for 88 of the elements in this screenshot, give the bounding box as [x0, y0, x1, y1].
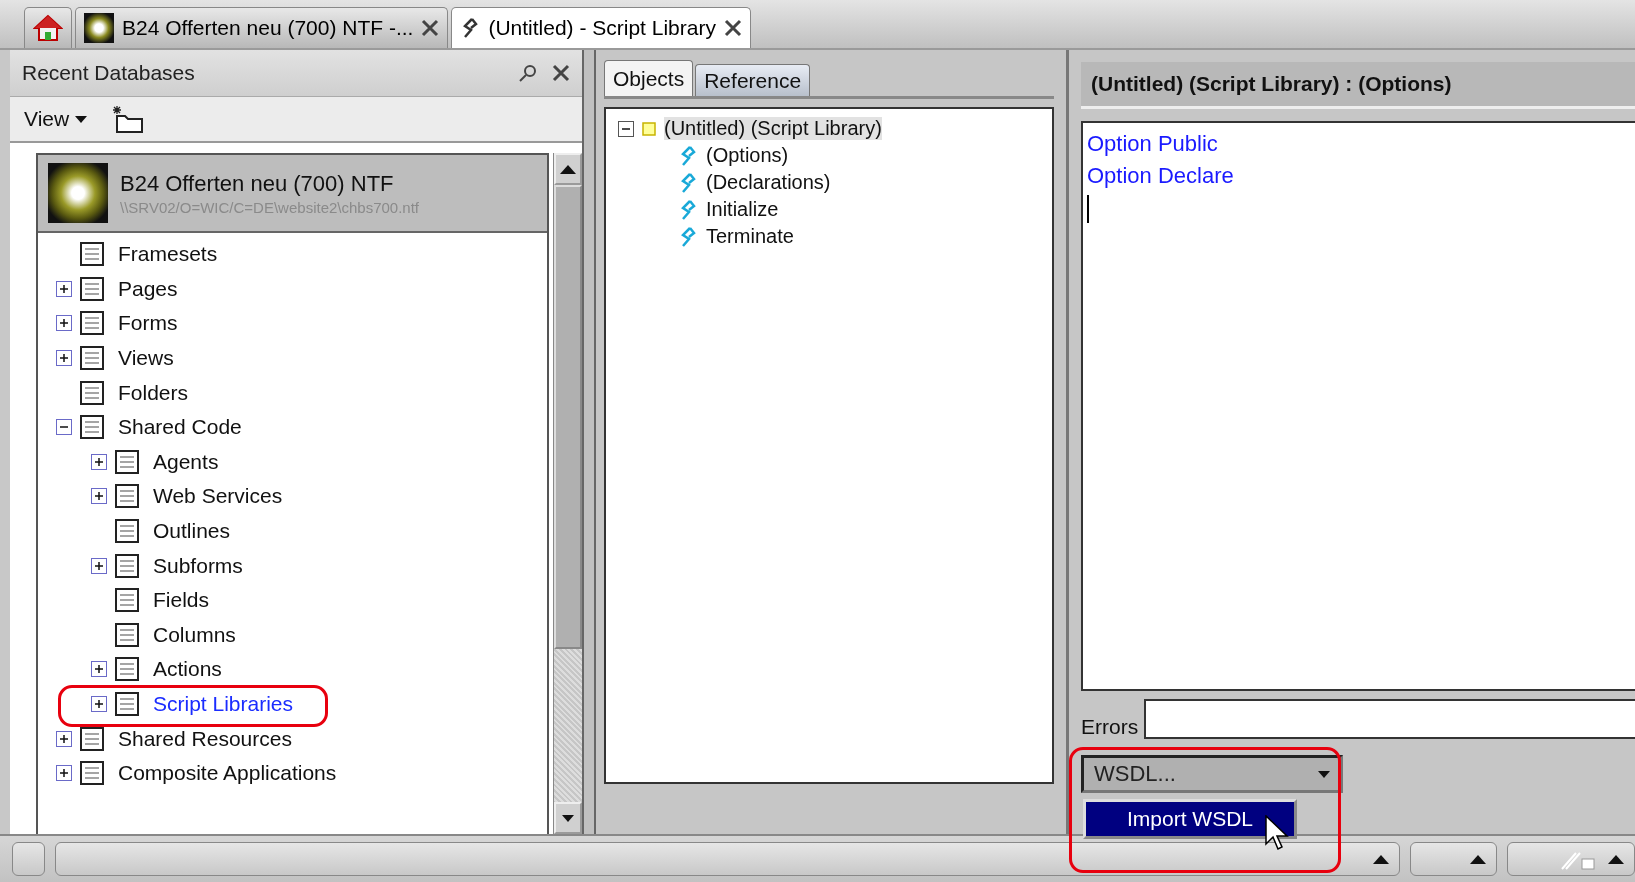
tree-item[interactable]: Outlines [153, 519, 231, 544]
expand-toggle[interactable] [56, 730, 72, 747]
caret-icon[interactable] [1608, 854, 1624, 864]
tree-item[interactable]: Agents [153, 449, 219, 474]
scroll-down-button[interactable] [554, 802, 582, 834]
document-icon [113, 518, 141, 545]
caret-icon [1318, 770, 1330, 778]
document-icon [113, 448, 141, 475]
close-icon[interactable] [723, 19, 742, 37]
code-line: Option Declare [1087, 163, 1235, 189]
expand-toggle[interactable] [56, 350, 72, 367]
square-icon [642, 121, 656, 136]
expand-toggle[interactable] [91, 696, 107, 712]
code-line: Option Public [1087, 131, 1219, 157]
tree-item[interactable]: Shared Resources [118, 726, 292, 751]
scroll-up-button[interactable] [554, 153, 582, 185]
expand-toggle[interactable] [618, 120, 634, 137]
document-icon [113, 656, 141, 683]
document-icon [113, 621, 141, 648]
expand-toggle[interactable] [56, 765, 72, 782]
tree-item[interactable]: Fields [153, 588, 210, 613]
document-icon [78, 414, 106, 441]
tree-item[interactable]: Forms [118, 311, 178, 336]
expand-toggle[interactable] [56, 280, 72, 297]
tree-item[interactable]: (Declarations) [706, 171, 831, 194]
database-name: B24 Offerten neu (700) NTF [120, 170, 395, 197]
caret-icon [562, 814, 574, 822]
panel-tab[interactable]: Reference [695, 64, 811, 96]
status-segment[interactable] [1409, 842, 1498, 876]
tab-label: (Untitled) - Script Library [488, 16, 716, 40]
tree-item[interactable]: Framesets [118, 242, 218, 267]
document-tab[interactable]: (Untitled) - Script Library [451, 7, 751, 48]
scrollbar[interactable] [553, 153, 582, 834]
scroll-thumb[interactable] [554, 185, 582, 649]
tree-item[interactable]: Folders [118, 380, 189, 405]
document-tab[interactable]: B24 Offerten neu (700) NTF -... [75, 7, 449, 48]
database-logo [84, 13, 114, 43]
document-icon [113, 483, 141, 510]
tree-item[interactable]: Composite Applications [118, 761, 337, 786]
caret-icon[interactable] [560, 164, 576, 174]
expand-toggle[interactable] [56, 419, 72, 436]
tree-item[interactable]: Script Libraries [153, 692, 294, 716]
code-editor[interactable]: Option Public Option Declare [1081, 121, 1635, 691]
tree-item[interactable]: Pages [118, 276, 178, 301]
expand-toggle[interactable] [91, 661, 107, 678]
text-cursor [1087, 195, 1089, 223]
tree-item[interactable]: Terminate [706, 225, 794, 248]
tree-item[interactable]: Web Services [153, 484, 283, 509]
status-segment [12, 842, 46, 876]
tree-item[interactable]: Columns [153, 622, 236, 647]
errors-field[interactable] [1144, 699, 1635, 739]
document-icon [78, 379, 106, 406]
panel-title: Recent Databases [22, 61, 195, 85]
tree-item[interactable]: Initialize [706, 198, 779, 221]
house-icon [33, 13, 63, 43]
tree-item[interactable]: Shared Code [118, 415, 242, 440]
document-icon [78, 725, 106, 752]
database-logo [48, 163, 108, 223]
document-icon [113, 691, 141, 717]
document-tab[interactable] [24, 7, 72, 48]
dropdown[interactable]: WSDL... [1081, 755, 1343, 793]
tree-item[interactable]: (Options) [706, 144, 789, 167]
close-icon[interactable] [421, 19, 440, 37]
tree-item[interactable]: Subforms [153, 553, 243, 578]
editor-title: (Untitled) (Script Library) : (Options) [1091, 72, 1452, 96]
caret-icon[interactable] [1372, 854, 1389, 864]
document-icon [78, 760, 106, 787]
document-icon [113, 552, 141, 579]
panel-tab[interactable]: Objects [604, 60, 694, 96]
document-icon [78, 275, 106, 302]
tree-item[interactable]: Actions [153, 657, 222, 682]
expand-toggle[interactable] [91, 453, 107, 470]
tab-label: B24 Offerten neu (700) NTF -... [122, 16, 414, 40]
document-icon [113, 587, 141, 614]
expand-toggle[interactable] [91, 557, 107, 574]
mouse-pointer-icon [1265, 815, 1289, 851]
close-icon[interactable] [552, 64, 570, 82]
errors-label: Errors [1081, 715, 1139, 739]
view-menu[interactable]: View [24, 107, 88, 131]
document-icon [78, 241, 106, 268]
document-icon [78, 345, 106, 372]
tree-item[interactable]: (Untitled) (Script Library) [664, 117, 882, 140]
expand-toggle[interactable] [91, 488, 107, 505]
tree-item[interactable]: Views [118, 346, 174, 371]
expand-toggle[interactable] [56, 315, 72, 332]
document-icon [78, 310, 106, 337]
caret-icon[interactable] [1470, 854, 1487, 864]
caret-icon [75, 115, 88, 123]
